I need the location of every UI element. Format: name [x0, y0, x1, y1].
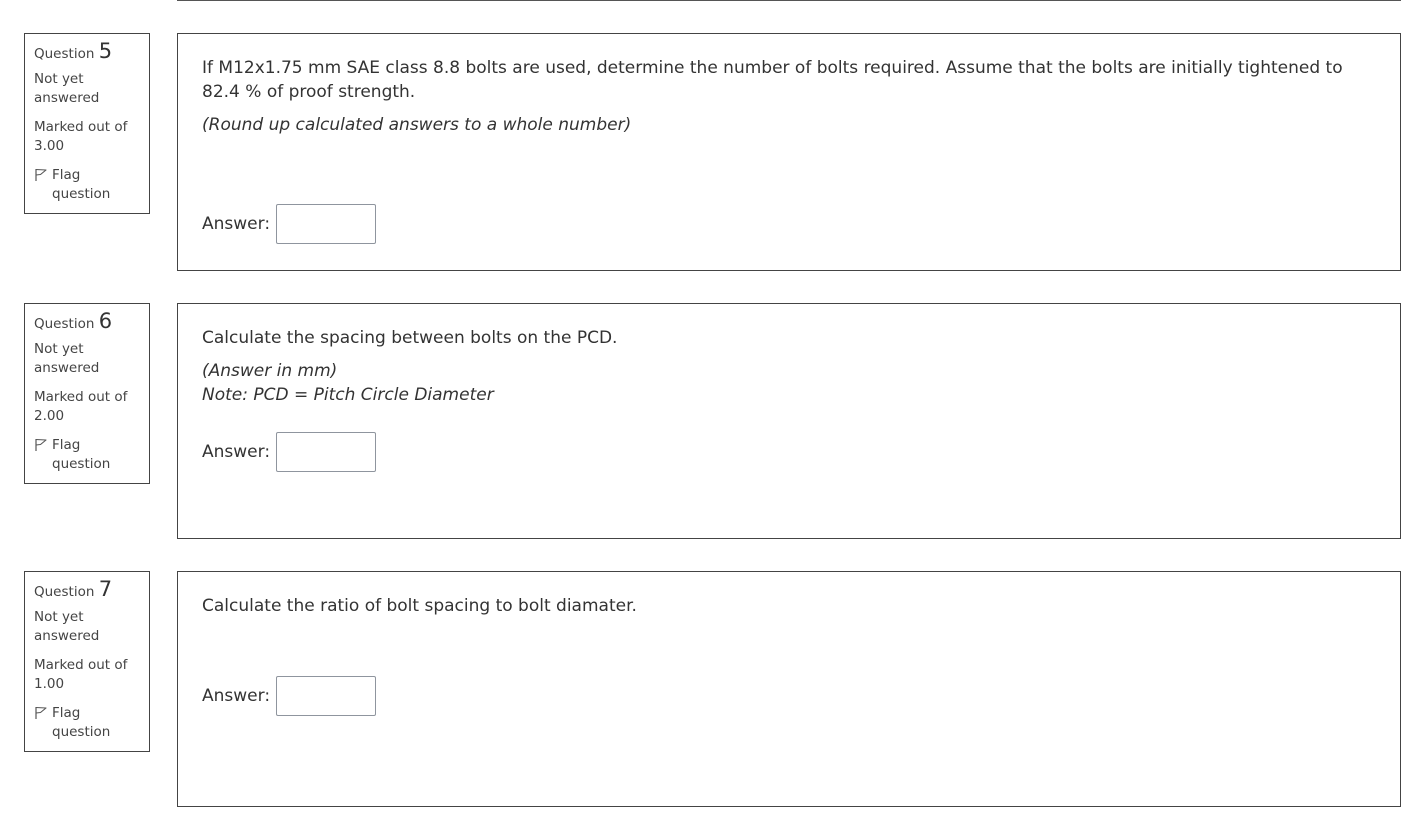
- question-text: Calculate the spacing between bolts on t…: [202, 328, 618, 348]
- question-content: If M12x1.75 mm SAE class 8.8 bolts are u…: [177, 33, 1401, 271]
- question-content: Calculate the ratio of bolt spacing to b…: [177, 571, 1401, 807]
- question-info-panel: Question 6 Not yet answered Marked out o…: [24, 303, 150, 484]
- flag-outline-icon: [35, 438, 47, 451]
- question-number-heading: Question 7: [34, 577, 140, 602]
- previous-question-bottom-border: [177, 0, 1401, 1]
- question-state: Not yet answered: [34, 341, 100, 376]
- answer-label: Answer:: [202, 442, 271, 462]
- flag-question-label: Flag question: [52, 705, 111, 740]
- answer-label: Answer:: [202, 214, 271, 234]
- question-hint: (Answer in mm): [202, 361, 338, 381]
- question-number: 6: [98, 309, 113, 333]
- question-state: Not yet answered: [34, 609, 100, 644]
- question-number: 5: [98, 39, 113, 63]
- flag-outline-icon: [35, 706, 47, 719]
- question-info-panel: Question 5 Not yet answered Marked out o…: [24, 33, 150, 214]
- answer-label: Answer:: [202, 686, 271, 706]
- question-state: Not yet answered: [34, 71, 100, 106]
- question-text: If M12x1.75 mm SAE class 8.8 bolts are u…: [202, 58, 1343, 102]
- question-content: Calculate the spacing between bolts on t…: [177, 303, 1401, 539]
- answer-row: Answer:: [202, 676, 377, 716]
- flag-question-label: Flag question: [52, 167, 111, 202]
- flag-outline-icon: [35, 168, 47, 181]
- answer-row: Answer:: [202, 204, 377, 244]
- question-info-panel: Question 7 Not yet answered Marked out o…: [24, 571, 150, 752]
- flag-question-label: Flag question: [52, 437, 111, 472]
- answer-input[interactable]: [276, 204, 377, 244]
- answer-input[interactable]: [276, 432, 377, 472]
- question-number: 7: [98, 577, 113, 601]
- question-grade: Marked out of 3.00: [34, 119, 128, 154]
- answer-input[interactable]: [276, 676, 377, 716]
- flag-question-button[interactable]: Flag question: [34, 704, 140, 742]
- question-label: Question: [34, 316, 95, 332]
- flag-question-button[interactable]: Flag question: [34, 166, 140, 204]
- question-hint: (Round up calculated answers to a whole …: [202, 115, 632, 135]
- question-number-heading: Question 5: [34, 39, 140, 64]
- question-text: Calculate the ratio of bolt spacing to b…: [202, 596, 637, 616]
- answer-row: Answer:: [202, 432, 377, 472]
- question-note: Note: PCD = Pitch Circle Diameter: [202, 385, 494, 405]
- question-grade: Marked out of 2.00: [34, 389, 128, 424]
- flag-question-button[interactable]: Flag question: [34, 436, 140, 474]
- question-label: Question: [34, 584, 95, 600]
- question-label: Question: [34, 46, 95, 62]
- question-grade: Marked out of 1.00: [34, 657, 128, 692]
- question-number-heading: Question 6: [34, 309, 140, 334]
